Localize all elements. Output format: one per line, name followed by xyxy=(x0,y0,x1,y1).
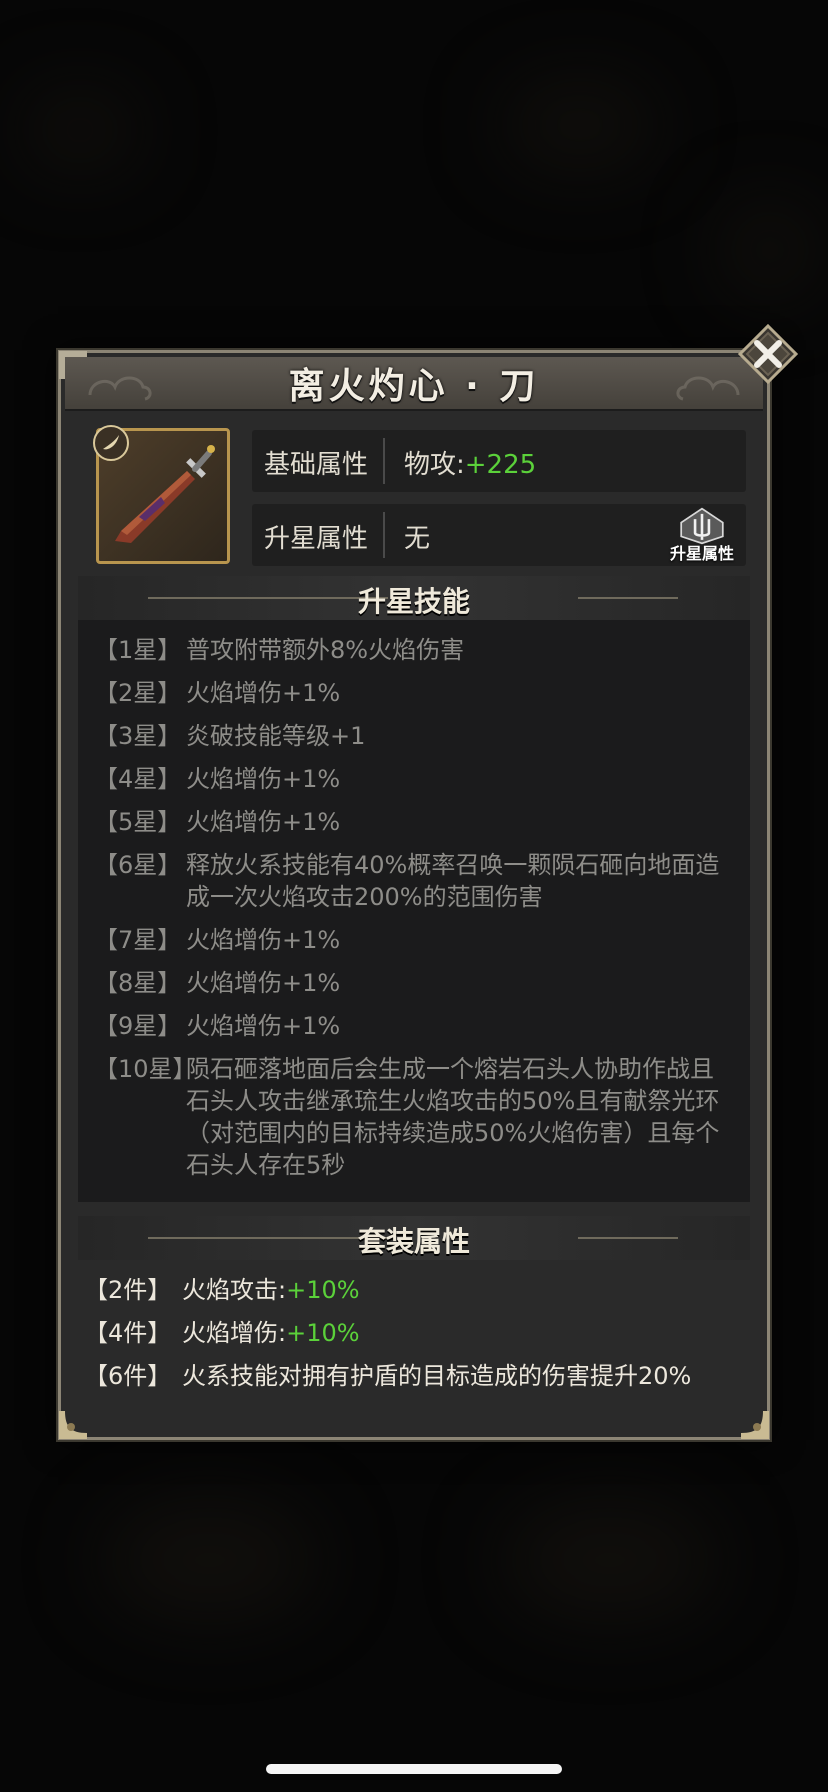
set-bonus-name: 火焰攻击: xyxy=(182,1276,287,1304)
star-attribute-value: 无 xyxy=(404,524,431,554)
background-blur xyxy=(500,1500,720,1620)
set-bonus-value: +10% xyxy=(286,1319,360,1347)
star-skills-list: 【1星】 普攻附带额外8%火焰伤害 【2星】 火焰增伤+1% 【3星】 炎破技能等级+… xyxy=(78,620,750,1202)
background-blur xyxy=(100,1500,320,1620)
set-attributes-title: 套装属性 xyxy=(357,1225,470,1258)
set-attributes-header: 套装属性 xyxy=(78,1216,750,1260)
skill-text: 释放火系技能有40%概率召唤一颗陨石砸向地面造成一次火焰攻击200%的范围伤害 xyxy=(186,851,720,911)
skill-star-tag: 【6星】 xyxy=(94,851,182,879)
skill-star-tag: 【1星】 xyxy=(94,636,182,664)
weapon-type-badge xyxy=(93,425,129,461)
home-indicator[interactable] xyxy=(266,1764,562,1774)
background-blur xyxy=(20,90,140,170)
skill-text: 炎破技能等级+1 xyxy=(186,722,366,750)
set-piece-tag: 【4件】 xyxy=(84,1319,172,1347)
set-bonus-text: 火焰增伤:+10% xyxy=(182,1317,742,1349)
stat-name: 物攻: xyxy=(404,450,465,480)
skill-text: 火焰增伤+1% xyxy=(186,679,341,707)
item-name: 离火灼心 · 刀 xyxy=(288,366,540,407)
skill-star-tag: 【7星】 xyxy=(94,926,182,954)
set-bonus-text: 火系技能对拥有护盾的目标造成的伤害提升20% xyxy=(182,1362,692,1390)
background-blur xyxy=(500,80,660,170)
skill-text: 火焰增伤+1% xyxy=(186,926,341,954)
cloud-ornament xyxy=(676,376,740,401)
skill-star-tag: 【8星】 xyxy=(94,969,182,997)
base-attribute-label: 基础属性 xyxy=(264,450,369,480)
set-piece-tag: 【2件】 xyxy=(84,1276,172,1304)
skill-star-tag: 【3星】 xyxy=(94,722,182,750)
star-attribute-row: 升星属性 无 升星属性 xyxy=(252,504,746,566)
skill-star-tag: 【4星】 xyxy=(94,765,182,793)
corner-ornament xyxy=(737,1407,771,1441)
star-skills-header: 升星技能 xyxy=(78,576,750,620)
skill-star-tag: 【5星】 xyxy=(94,808,182,836)
stat-value: +225 xyxy=(464,450,537,480)
skill-star-tag: 【2星】 xyxy=(94,679,182,707)
skill-text: 火焰增伤+1% xyxy=(186,1012,341,1040)
crossed-swords-close-icon xyxy=(737,323,799,385)
title-bar: 离火灼心 · 刀 xyxy=(65,357,763,411)
divider xyxy=(383,512,385,558)
set-piece-tag: 【6件】 xyxy=(84,1362,172,1390)
skill-text: 普攻附带额外8%火焰伤害 xyxy=(186,636,465,664)
star-upgrade-button[interactable]: 升星属性 xyxy=(662,506,742,566)
item-icon-frame[interactable] xyxy=(93,425,230,564)
close-button[interactable] xyxy=(737,323,799,385)
skill-text: 火焰增伤+1% xyxy=(186,969,341,997)
set-bonus-name: 火焰增伤: xyxy=(182,1319,287,1347)
cloud-ornament xyxy=(88,376,152,401)
star-skills-title: 升星技能 xyxy=(357,585,470,618)
base-attribute-row: 基础属性 物攻:+225 xyxy=(252,430,746,492)
skill-text: 火焰增伤+1% xyxy=(186,765,341,793)
set-bonus-text: 火焰攻击:+10% xyxy=(182,1274,742,1306)
corner-ornament xyxy=(57,1407,91,1441)
set-bonus-value: +10% xyxy=(286,1276,360,1304)
divider xyxy=(383,438,385,484)
skill-text: 火焰增伤+1% xyxy=(186,808,341,836)
skill-star-tag: 【10星】 xyxy=(94,1055,197,1083)
star-attribute-label: 升星属性 xyxy=(264,524,369,554)
star-upgrade-label: 升星属性 xyxy=(669,544,734,563)
skill-text: 陨石砸落地面后会生成一个熔岩石头人协助作战且石头人攻击继承琉生火焰攻击的50%且… xyxy=(186,1055,720,1179)
skill-star-tag: 【9星】 xyxy=(94,1012,182,1040)
background-blur xyxy=(720,200,820,300)
base-attribute-value: 物攻:+225 xyxy=(404,444,536,481)
